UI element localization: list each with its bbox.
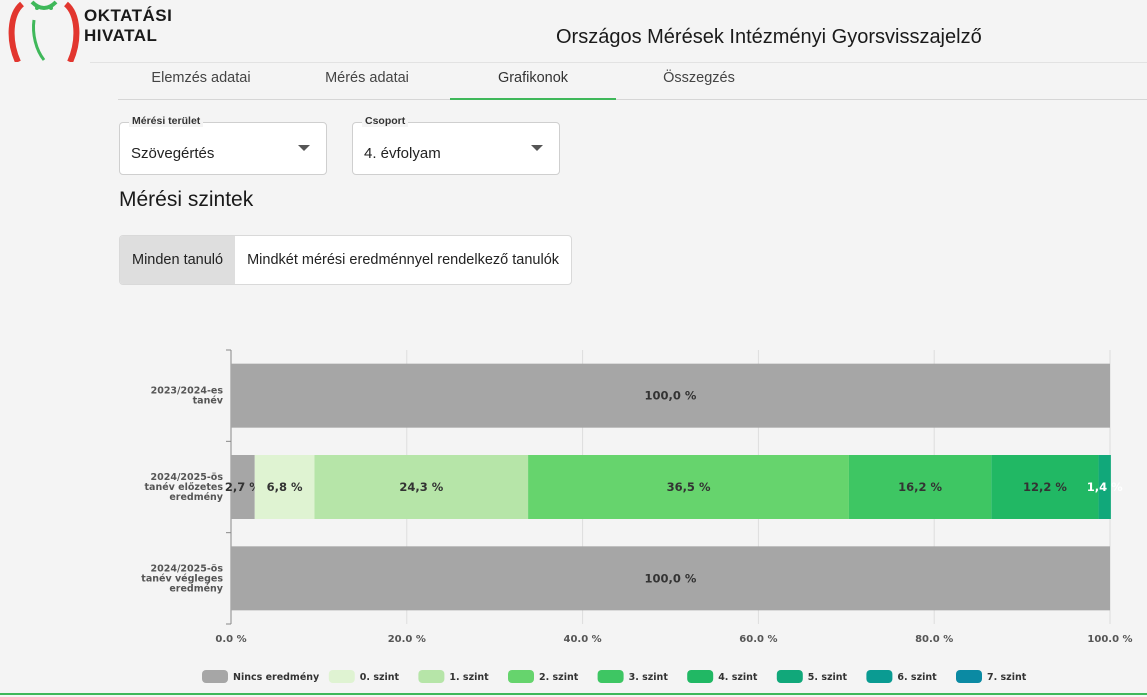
x-tick-label: 40.0 % bbox=[564, 634, 602, 645]
bottom-accent-line bbox=[0, 693, 1147, 695]
logo-line2: HIVATAL bbox=[84, 26, 158, 45]
data-label: 100,0 % bbox=[645, 571, 697, 585]
legend-swatch bbox=[202, 670, 228, 683]
category-label: tanév bbox=[193, 396, 224, 407]
x-tick-label: 100.0 % bbox=[1087, 634, 1132, 645]
chevron-down-icon bbox=[531, 145, 543, 151]
category-label: eredmény bbox=[169, 492, 223, 503]
x-tick-label: 0.0 % bbox=[215, 634, 246, 645]
owl-logo-icon bbox=[8, 0, 80, 62]
levels-stacked-bar-chart: 0.0 % 20.0 % 40.0 % 60.0 % 80.0 % 100.0 %2023… bbox=[141, 349, 1133, 645]
measurement-area-label: Mérési terület bbox=[129, 115, 204, 127]
measurement-area-value: Szövegértés bbox=[131, 145, 215, 162]
tab-elemzes-adatai[interactable]: Elemzés adatai bbox=[118, 62, 284, 100]
legend-swatch bbox=[866, 670, 893, 683]
legend-swatch bbox=[328, 670, 355, 683]
logo-text: OKTATÁSI HIVATAL bbox=[84, 6, 172, 46]
measurement-area-select[interactable]: Mérési terület Szövegértés bbox=[119, 115, 327, 175]
legend-item-label: 6. szint bbox=[897, 672, 937, 683]
chevron-down-icon bbox=[298, 145, 310, 151]
legend-swatch bbox=[597, 670, 624, 683]
student-filter-toggle: Minden tanuló Mindkét mérési eredménnyel… bbox=[119, 235, 573, 285]
chart-legend: Nincs eredmény 0. szint 1. szint 2. szint 3.… bbox=[202, 670, 1027, 683]
logo-line1: OKTATÁSI bbox=[84, 6, 173, 25]
data-label: 100,0 % bbox=[645, 389, 697, 403]
data-label: 24,3 % bbox=[399, 480, 443, 494]
legend-item-label: Nincs eredmény bbox=[233, 672, 320, 683]
tab-meres-adatai[interactable]: Mérés adatai bbox=[284, 62, 450, 100]
legend-item-label: 2. szint bbox=[539, 672, 579, 683]
x-tick-label: 80.0 % bbox=[915, 634, 953, 645]
section-title: Mérési szintek bbox=[119, 188, 254, 211]
group-select[interactable]: Csoport 4. évfolyam bbox=[352, 115, 560, 175]
data-label: 6,8 % bbox=[267, 480, 303, 494]
group-label: Csoport bbox=[362, 115, 409, 127]
toggle-both-results[interactable]: Mindkét mérési eredménnyel rendelkező ta… bbox=[235, 236, 571, 284]
group-value: 4. évfolyam bbox=[364, 145, 441, 162]
data-label: 1,4 % bbox=[1087, 480, 1123, 494]
legend-item-label: 7. szint bbox=[987, 672, 1027, 683]
header-bar: OKTATÁSI HIVATAL Országos Mérések Intézm… bbox=[0, 0, 1147, 62]
legend-item-label: 1. szint bbox=[449, 672, 489, 683]
legend-swatch bbox=[508, 670, 534, 683]
data-label: 36,5 % bbox=[667, 480, 711, 494]
tab-grafikonok[interactable]: Grafikonok bbox=[450, 62, 616, 100]
x-tick-label: 20.0 % bbox=[388, 634, 426, 645]
legend-item-label: 5. szint bbox=[808, 672, 848, 683]
legend-item-label: 3. szint bbox=[629, 672, 669, 683]
legend-swatch bbox=[687, 670, 714, 683]
legend-swatch bbox=[956, 670, 982, 683]
legend-item-label: 4. szint bbox=[718, 672, 758, 683]
toggle-all-students[interactable]: Minden tanuló bbox=[120, 236, 236, 284]
data-label: 16,2 % bbox=[898, 480, 942, 494]
legend-swatch bbox=[776, 670, 803, 683]
tab-bar: Elemzés adatai Mérés adatai Grafikonok Ö… bbox=[118, 62, 1147, 100]
tab-osszegzes[interactable]: Összegzés bbox=[616, 62, 782, 100]
x-tick-label: 60.0 % bbox=[739, 634, 777, 645]
data-label: 12,2 % bbox=[1023, 480, 1067, 494]
category-label: eredmény bbox=[169, 583, 223, 594]
legend-item-label: 0. szint bbox=[360, 672, 400, 683]
app-title: Országos Mérések Intézményi Gyorsvisszaj… bbox=[556, 26, 982, 48]
legend-swatch bbox=[418, 670, 445, 683]
